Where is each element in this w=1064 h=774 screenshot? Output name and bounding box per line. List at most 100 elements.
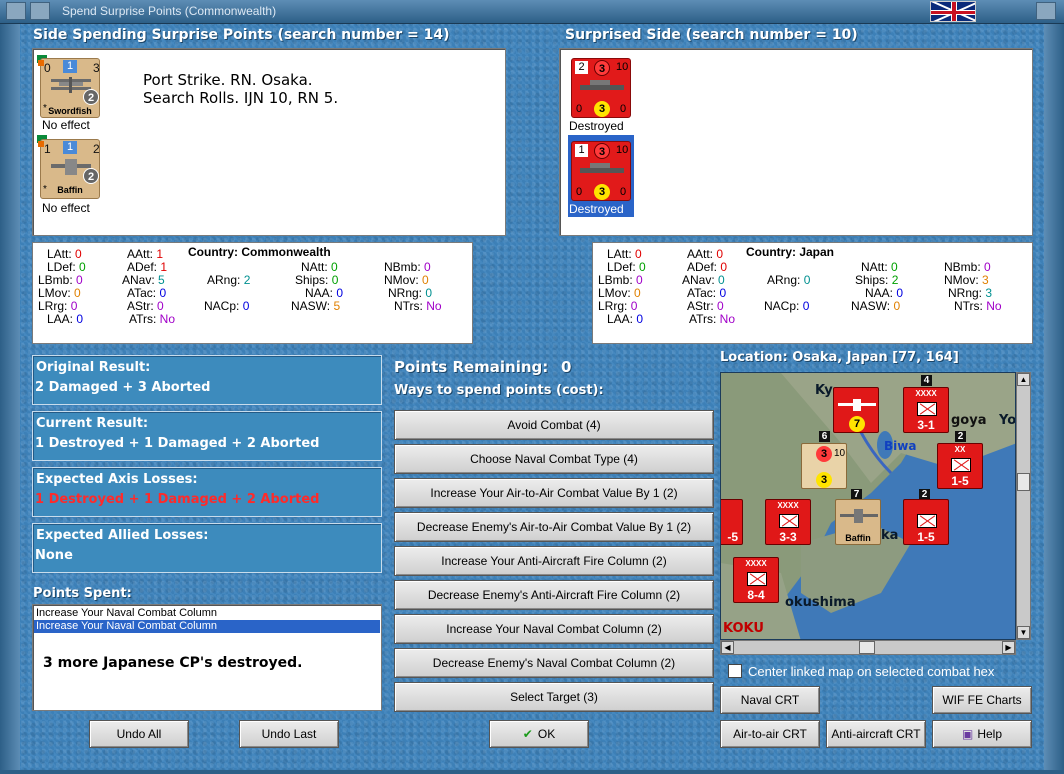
help-button[interactable]: ▣ Help <box>932 720 1032 748</box>
center-map-checkbox-label: Center linked map on selected combat hex <box>748 664 995 679</box>
air-to-air-crt-button[interactable]: Air-to-air CRT <box>720 720 820 748</box>
counter-name: Baffin <box>57 185 83 195</box>
increase-aa-fire-button[interactable]: Increase Your Anti-Aircraft Fire Column … <box>394 546 714 576</box>
stat-naa: 0 <box>896 286 904 300</box>
anti-aircraft-crt-button[interactable]: Anti-aircraft CRT <box>826 720 926 748</box>
stat-laa: 0 <box>76 312 84 326</box>
unit-strength: -5 <box>727 530 738 544</box>
union-jack-flag-icon <box>930 1 976 22</box>
stat-nasw: 0 <box>893 299 901 313</box>
wif-fe-charts-button[interactable]: WIF FE Charts <box>932 686 1032 714</box>
country-label: Country: Commonwealth <box>188 245 331 259</box>
system-menu-icon[interactable] <box>6 2 26 20</box>
original-result-title: Original Result: <box>36 360 151 375</box>
map-unit-partial[interactable]: -5 <box>721 499 743 545</box>
map-unit-corps[interactable]: XXXX 3-1 <box>903 387 949 433</box>
ways-to-spend-label: Ways to spend points (cost): <box>394 383 604 398</box>
map-view[interactable]: Ky goya Yo Biwa ka okushima KOKU 7 4 XXX… <box>720 372 1016 640</box>
stat-nbmb: 0 <box>424 260 431 274</box>
stat-lmov: 0 <box>74 286 81 300</box>
stat-lbmb: 0 <box>636 273 643 287</box>
stat-astr: 0 <box>157 299 164 313</box>
decrease-enemy-aa-fire-button[interactable]: Decrease Enemy's Anti-Aircraft Fire Colu… <box>394 580 714 610</box>
ok-button[interactable]: ✔ OK <box>489 720 589 748</box>
counter-value: 2 <box>83 89 99 105</box>
stat-ships: 0 <box>331 273 339 287</box>
stat-latt: 0 <box>635 247 642 261</box>
original-result-value: 2 Damaged + 3 Aborted <box>35 380 211 395</box>
unit-counter-ship[interactable]: 2 3 10 0 3 0 <box>571 58 631 118</box>
counter-name: Swordfish <box>48 106 92 116</box>
scroll-thumb[interactable] <box>859 641 875 654</box>
unit-status: Destroyed <box>569 202 624 216</box>
stack-count-badge: 6 <box>819 431 830 442</box>
scroll-down-icon[interactable]: ▼ <box>1017 626 1030 639</box>
stat-nmov: 0 <box>422 273 429 287</box>
unit-strength: 3-1 <box>917 418 935 432</box>
list-item[interactable]: Increase Your Naval Combat Column <box>34 607 380 620</box>
scroll-left-icon[interactable]: ◀ <box>721 641 734 654</box>
map-unit-naval[interactable]: 3 10 3 <box>801 443 847 489</box>
stat-atrs: No <box>159 312 176 326</box>
counter-value: 0 <box>620 103 627 115</box>
button-label: Increase Your Air-to-Air Combat Value By… <box>430 486 678 500</box>
country-label: Country: Japan <box>746 245 835 259</box>
scroll-right-icon[interactable]: ▶ <box>1002 641 1015 654</box>
counter-value: 1 <box>63 60 77 73</box>
avoid-combat-button[interactable]: Avoid Combat (4) <box>394 410 714 440</box>
select-target-button[interactable]: Select Target (3) <box>394 682 714 712</box>
map-unit-baffin[interactable]: Baffin <box>835 499 881 545</box>
points-remaining-label: Points Remaining: <box>394 358 549 376</box>
stack-count-badge: 2 <box>955 431 966 442</box>
map-unit-corps[interactable]: XXXX 3-3 <box>765 499 811 545</box>
window-title: Spend Surprise Points (Commonwealth) <box>62 4 277 18</box>
stat-adef: 0 <box>720 260 728 274</box>
choose-naval-combat-type-button[interactable]: Choose Naval Combat Type (4) <box>394 444 714 474</box>
scroll-thumb[interactable] <box>1017 473 1030 491</box>
points-spent-list[interactable]: Increase Your Naval Combat Column Increa… <box>32 604 382 711</box>
button-label: Undo Last <box>261 727 317 741</box>
undo-all-button[interactable]: Undo All <box>89 720 189 748</box>
counter-value: 1 <box>44 142 51 156</box>
counter-value: 3 <box>594 101 610 117</box>
allied-losses-box: Expected Allied Losses: None <box>32 523 382 573</box>
increase-naval-combat-button[interactable]: Increase Your Naval Combat Column (2) <box>394 614 714 644</box>
undo-last-button[interactable]: Undo Last <box>239 720 339 748</box>
points-spent-heading: Points Spent: <box>33 586 132 601</box>
ship-icon <box>580 163 624 173</box>
stack-count-badge: 4 <box>921 375 932 386</box>
naval-crt-button[interactable]: Naval CRT <box>720 686 820 714</box>
stat-naa: 0 <box>336 286 344 300</box>
title-bar: Spend Surprise Points (Commonwealth) <box>0 0 1064 24</box>
unit-strength: 1-5 <box>917 530 935 544</box>
stat-aatt: 1 <box>156 247 164 261</box>
center-map-checkbox[interactable] <box>728 664 742 678</box>
scroll-up-icon[interactable]: ▲ <box>1017 373 1030 386</box>
minimize-icon[interactable] <box>30 2 50 20</box>
stat-laa: 0 <box>636 312 644 326</box>
stat-ntrs: No <box>986 299 1002 313</box>
decrease-enemy-naval-combat-button[interactable]: Decrease Enemy's Naval Combat Column (2) <box>394 648 714 678</box>
map-unit-division[interactable]: 1-5 <box>903 499 949 545</box>
map-vertical-scrollbar[interactable]: ▲ ▼ <box>1016 372 1031 640</box>
map-unit-air[interactable]: 7 <box>833 387 879 433</box>
increase-air-to-air-button[interactable]: Increase Your Air-to-Air Combat Value By… <box>394 478 714 508</box>
map-horizontal-scrollbar[interactable]: ◀ ▶ <box>720 640 1016 655</box>
book-icon: ▣ <box>961 727 974 741</box>
list-item[interactable]: Increase Your Naval Combat Column <box>34 620 380 633</box>
map-unit-division[interactable]: XX 1-5 <box>937 443 983 489</box>
map-unit-army[interactable]: XXXX 8-4 <box>733 557 779 603</box>
spending-side-panel: 0 1 3 2 * Swordfish No effect 1 1 2 2 * … <box>32 48 506 236</box>
unit-counter-ship-selected[interactable]: 1 3 10 0 3 0 <box>571 141 631 201</box>
unit-counter-swordfish[interactable]: 0 1 3 2 * Swordfish <box>38 58 100 118</box>
stat-ntrs: No <box>426 299 442 313</box>
counter-name: Baffin <box>845 533 871 543</box>
button-label: WIF FE Charts <box>942 693 1022 707</box>
close-icon[interactable] <box>1036 2 1056 20</box>
spending-side-heading: Side Spending Surprise Points (search nu… <box>33 27 450 43</box>
counter-value: 3 <box>816 446 832 462</box>
unit-counter-baffin[interactable]: 1 1 2 2 * Baffin <box>38 139 100 199</box>
counter-value: 0 <box>44 61 51 75</box>
decrease-enemy-air-to-air-button[interactable]: Decrease Enemy's Air-to-Air Combat Value… <box>394 512 714 542</box>
current-result-box: Current Result: 1 Destroyed + 1 Damaged … <box>32 411 382 461</box>
